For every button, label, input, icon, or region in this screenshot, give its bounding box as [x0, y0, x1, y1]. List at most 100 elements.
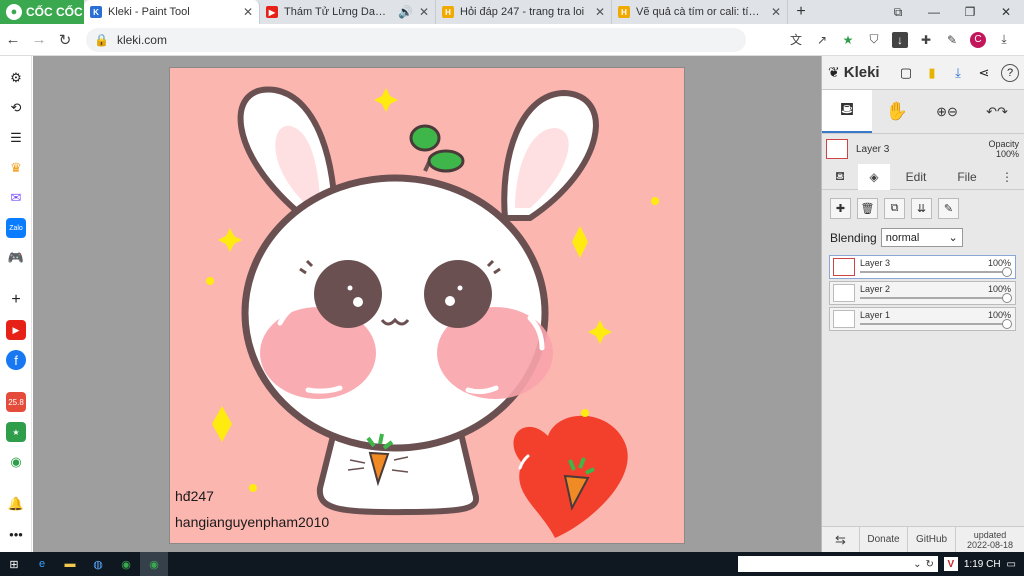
forward-button[interactable]: →: [26, 31, 52, 48]
current-layer-name: Layer 3: [856, 143, 890, 155]
blending-select[interactable]: normal ⌄: [880, 228, 963, 247]
layer-opacity-slider[interactable]: [860, 271, 1005, 273]
coccoc-active-taskbar-icon[interactable]: ◉: [140, 552, 168, 576]
reading-list-icon[interactable]: ☰: [6, 128, 26, 148]
opacity-label: Opacity: [988, 139, 1019, 149]
slider-knob[interactable]: [1002, 267, 1012, 277]
close-tab-icon[interactable]: ✕: [595, 5, 605, 19]
restore-button[interactable]: ❐: [952, 0, 988, 24]
download-page-icon[interactable]: ↓: [892, 31, 908, 48]
audio-playing-icon[interactable]: 🔊: [398, 5, 413, 19]
coccoc-logo-icon: ●: [6, 4, 22, 20]
new-tab-button[interactable]: +: [788, 0, 814, 24]
panel-footer: ⇆ Donate GitHub updated 2022-08-18: [822, 526, 1024, 553]
calendar-icon[interactable]: 25.8: [6, 392, 26, 412]
brand-name: CỐC CỐC: [26, 5, 83, 19]
slider-knob[interactable]: [1002, 319, 1012, 329]
profile-avatar[interactable]: C: [970, 31, 986, 48]
unikey-tray-icon[interactable]: V: [943, 557, 958, 571]
zalo-icon[interactable]: Zalo: [6, 218, 26, 238]
translate-icon[interactable]: 文: [788, 32, 804, 48]
zalo-taskbar-icon[interactable]: ◍: [84, 552, 112, 576]
rename-layer-button[interactable]: ✎: [938, 198, 959, 219]
zoom-controls[interactable]: ⊕⊖: [922, 90, 972, 133]
edge-icon[interactable]: e: [28, 552, 56, 576]
tab-title: Thám Tử Lừng Danh Co: [284, 6, 392, 18]
file-explorer-icon[interactable]: ▬: [56, 552, 84, 576]
game-app-icon[interactable]: ★: [6, 422, 26, 442]
notification-icon[interactable]: ▭: [1007, 559, 1016, 570]
taskbar-search-box[interactable]: ⌄ ↻: [737, 556, 938, 572]
more-options-icon[interactable]: •••: [6, 524, 26, 544]
close-tab-icon[interactable]: ✕: [243, 5, 253, 19]
help-icon[interactable]: ?: [1001, 63, 1019, 82]
tool-row: ⛾ ✋ ⊕⊖ ↶↷: [822, 90, 1024, 134]
updated-label: updated: [973, 529, 1007, 540]
duplicate-layer-button[interactable]: ⧉: [884, 198, 905, 219]
close-tab-icon[interactable]: ✕: [771, 5, 781, 19]
minimize-button[interactable]: —: [916, 0, 952, 24]
windows-start-icon[interactable]: ⊞: [0, 552, 28, 576]
add-sidebar-app-icon[interactable]: +: [6, 290, 26, 310]
bookmark-star-icon[interactable]: ★: [840, 32, 856, 48]
new-image-icon[interactable]: ▢: [897, 64, 915, 82]
back-button[interactable]: ←: [0, 31, 26, 48]
opacity-value: 100%: [995, 149, 1019, 159]
tab-youtube[interactable]: ▶ Thám Tử Lừng Danh Co 🔊 ✕: [260, 0, 436, 24]
tab-edit[interactable]: Edit: [890, 164, 942, 190]
settings-gear-icon[interactable]: ⚙: [6, 68, 26, 88]
tab-kleki[interactable]: K Kleki - Paint Tool ✕: [84, 0, 260, 24]
share-icon[interactable]: ↗: [814, 32, 830, 48]
fill-bucket-tool[interactable]: ⛾: [822, 90, 872, 133]
layer-opacity-slider[interactable]: [860, 323, 1005, 325]
layer-row-1[interactable]: Layer 1 100%: [829, 307, 1016, 331]
coccoc-taskbar-icon[interactable]: ◉: [112, 552, 140, 576]
customize-icon[interactable]: ✎: [944, 32, 960, 48]
delete-layer-button[interactable]: 🗑: [857, 198, 878, 219]
undo-redo-controls[interactable]: ↶↷: [972, 90, 1022, 133]
open-folder-icon[interactable]: ▮: [923, 64, 941, 82]
drawing-canvas[interactable]: hđ247 hangianguyenpham2010: [170, 68, 684, 543]
merge-layer-button[interactable]: ⇊: [911, 198, 932, 219]
reload-button[interactable]: ↻: [52, 31, 78, 49]
game-controller-icon[interactable]: 🎮: [6, 248, 26, 268]
address-toolbar: ← → ↻ 🔒 kleki.com 文 ↗ ★ ⛉ ↓ ✚ ✎ C ⤓: [0, 24, 1024, 56]
coccoc-map-icon[interactable]: ◉: [6, 452, 26, 472]
hand-tool[interactable]: ✋: [872, 90, 922, 133]
github-link[interactable]: GitHub: [908, 526, 956, 553]
tab-hoidap-2[interactable]: H Vẽ quả cà tím or cali: tím ng ✕: [612, 0, 788, 24]
windows-taskbar: ⊞ e ▬ ◍ ◉ ◉ ⌄ ↻ V 1:19 CH ▭: [0, 552, 1024, 576]
tab-hoidap-1[interactable]: H Hỏi đáp 247 - trang tra loi ✕: [436, 0, 612, 24]
crown-icon[interactable]: ♛: [6, 158, 26, 178]
hoidap-icon: H: [442, 6, 454, 18]
add-layer-button[interactable]: ✚: [830, 198, 851, 219]
extensions-icon[interactable]: ✚: [918, 32, 934, 48]
history-icon[interactable]: ⟲: [6, 98, 26, 118]
slider-knob[interactable]: [1002, 293, 1012, 303]
layer-row-3[interactable]: Layer 3 100%: [829, 255, 1016, 279]
notification-bell-icon[interactable]: 🔔: [6, 494, 26, 514]
coccoc-menu-button[interactable]: ● CỐC CỐC: [0, 0, 84, 24]
youtube-sidebar-icon[interactable]: ▶: [6, 320, 26, 340]
downloads-icon[interactable]: ⤓: [996, 32, 1012, 48]
tab-search-icon[interactable]: ⧉: [880, 0, 916, 24]
refresh-icon: ↻: [925, 558, 934, 570]
site-info-icon[interactable]: 🔒: [94, 33, 109, 47]
tab-file[interactable]: File: [942, 164, 992, 190]
current-layer-thumbnail: [826, 139, 848, 159]
layer-row-2[interactable]: Layer 2 100%: [829, 281, 1016, 305]
close-tab-icon[interactable]: ✕: [419, 5, 429, 19]
messenger-icon[interactable]: ✉: [6, 188, 26, 208]
swap-side-icon[interactable]: ⇆: [822, 526, 860, 553]
facebook-icon[interactable]: f: [6, 350, 26, 370]
download-icon[interactable]: ⤓: [949, 64, 967, 82]
donate-link[interactable]: Donate: [860, 526, 908, 553]
address-bar[interactable]: 🔒 kleki.com: [86, 27, 746, 52]
tab-brush[interactable]: ⛾: [822, 164, 858, 190]
layer-opacity-slider[interactable]: [860, 297, 1005, 299]
close-window-button[interactable]: ✕: [988, 0, 1024, 24]
tab-layers[interactable]: ◈: [858, 163, 890, 190]
more-menu-icon[interactable]: ⋮: [992, 164, 1022, 190]
share-icon[interactable]: ⋖: [975, 64, 993, 82]
shield-icon[interactable]: ⛉: [866, 32, 882, 48]
